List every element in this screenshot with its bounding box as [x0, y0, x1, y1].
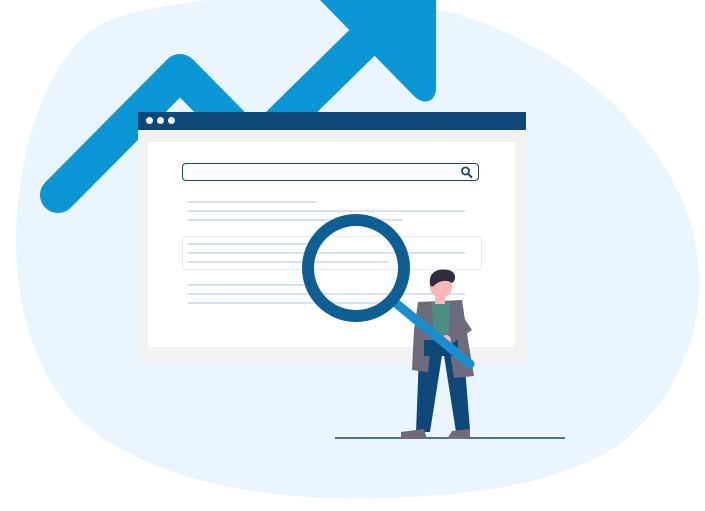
person-with-magnifier [302, 214, 565, 439]
seo-illustration [0, 0, 705, 511]
